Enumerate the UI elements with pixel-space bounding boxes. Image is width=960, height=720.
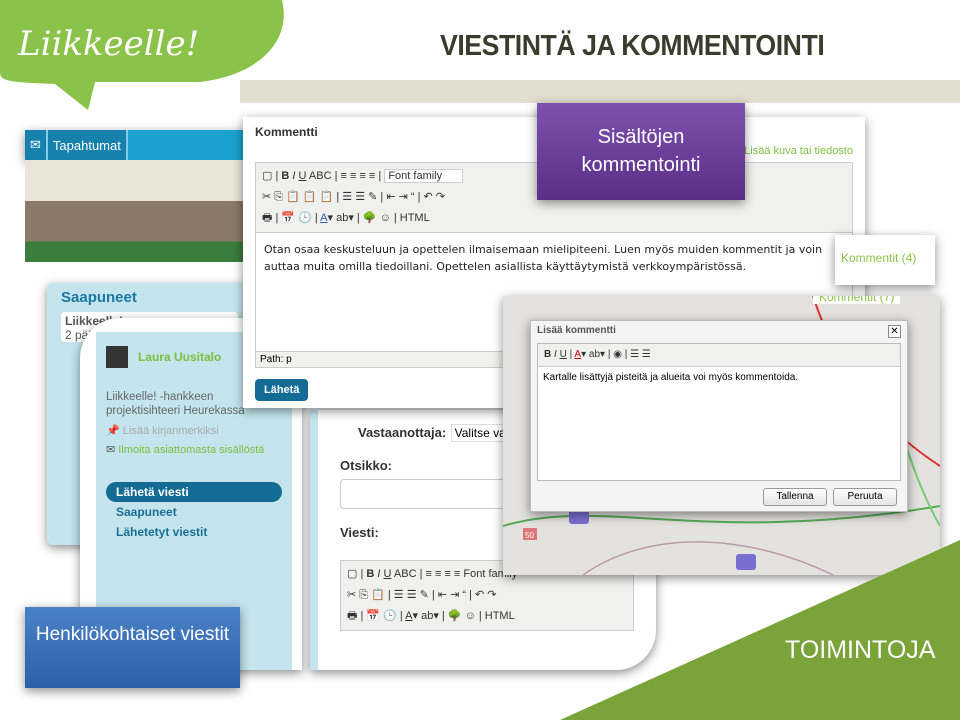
map-marker-icon[interactable] [736, 554, 756, 570]
header-band [240, 80, 960, 103]
site-nav-bar: ✉ Tapahtumat [25, 130, 245, 160]
nav-inbox[interactable]: Saapuneet [106, 502, 282, 522]
callout-content-commenting: Sisältöjen kommentointi [537, 103, 745, 200]
recipient-select[interactable]: Valitse va [450, 424, 510, 442]
dialog-text[interactable]: Kartalle lisättyjä pisteitä ja alueita v… [538, 367, 900, 388]
nav-sent[interactable]: Lähetetyt viestit [106, 522, 282, 542]
envelope-icon[interactable]: ✉ [25, 130, 48, 160]
svg-text:Liikkeelle!: Liikkeelle! [17, 24, 199, 64]
report-icon: ✉ [106, 444, 116, 456]
comments-count-link-2[interactable]: Kommentit (7) [813, 296, 901, 304]
add-comment-dialog: Lisää kommentti ✕ B I U | A▾ ab▾ | ◉ | ☰… [530, 320, 908, 512]
save-button[interactable]: Tallenna [763, 488, 827, 506]
font-family-select[interactable]: Font family [384, 169, 464, 183]
city-banner-image [25, 160, 245, 262]
add-file-link[interactable]: Lisää kuva tai tiedosto [744, 145, 853, 157]
profile-name[interactable]: Laura Uusitalo [138, 350, 221, 364]
pin-icon: 📌 [106, 425, 120, 437]
report-label: Ilmoita asiattomasta sisällöstä [118, 444, 265, 456]
message-nav: Lähetä viesti Saapuneet Lähetetyt viesti… [106, 482, 282, 542]
avatar [106, 346, 128, 368]
cancel-button[interactable]: Peruuta [833, 488, 897, 506]
comment-text[interactable]: Otan osaa keskusteluun ja opettelen ilma… [256, 233, 852, 283]
inbox-title: Saapuneet [61, 289, 137, 306]
dialog-title: Lisää kommentti [537, 325, 616, 336]
nav-send-message[interactable]: Lähetä viesti [106, 482, 282, 502]
report-link[interactable]: ✉ Ilmoita asiattomasta sisällöstä [106, 443, 282, 456]
page-title: VIESTINTÄ JA KOMMENTOINTI [440, 30, 825, 62]
comments-count-link[interactable]: Kommentit (4) [835, 235, 935, 285]
bookmark-link[interactable]: 📌 Lisää kirjanmerkiksi [106, 424, 282, 437]
nav-events[interactable]: Tapahtumat [47, 130, 128, 160]
recipient-label: Vastaanottaja: [358, 425, 447, 440]
dialog-toolbar[interactable]: B I U | A▾ ab▾ | ◉ | ☰ ☰ [538, 344, 900, 367]
bookmark-label: Lisää kirjanmerkiksi [122, 425, 219, 437]
logo: Liikkeelle! [0, 0, 284, 110]
functions-label: TOIMINTOJA [785, 636, 936, 664]
send-button[interactable]: Lähetä [255, 379, 309, 401]
close-icon[interactable]: ✕ [888, 325, 901, 338]
callout-personal-messages: Henkilökohtaiset viestit [25, 607, 240, 688]
road-sign: 50 [525, 531, 534, 540]
